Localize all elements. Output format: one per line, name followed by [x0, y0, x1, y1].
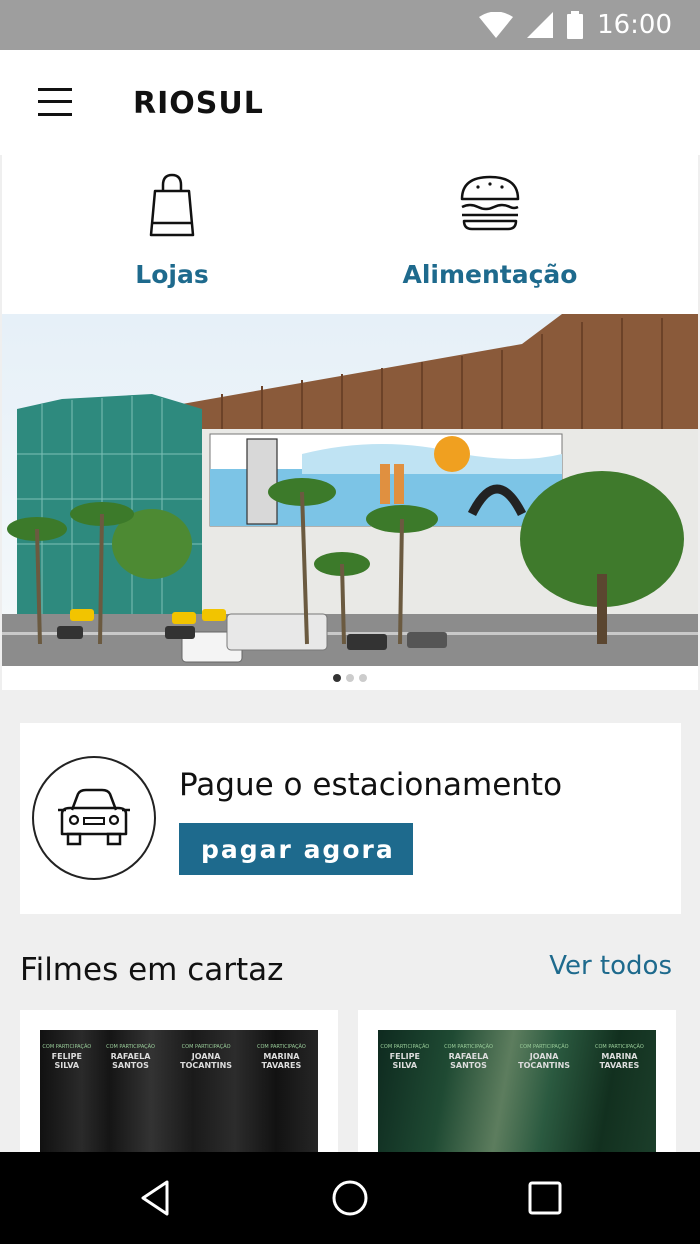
poster-credit: COM PARTICIPAÇÃO MARINA TAVARES — [256, 1044, 306, 1070]
pay-now-button[interactable]: pagar agora — [179, 823, 413, 875]
poster-credit: COM PARTICIPAÇÃO RAFAELA SANTOS — [106, 1044, 155, 1070]
wifi-icon — [479, 12, 514, 38]
poster-credit: COM PARTICIPAÇÃO MARINA TAVARES — [594, 1044, 644, 1070]
shopping-bag-icon — [149, 173, 195, 237]
status-icons: 16:00 — [479, 0, 672, 50]
app-title: RIOSUL — [133, 86, 264, 121]
poster-credits: COM PARTICIPAÇÃO FELIPE SILVA COM PARTICI… — [378, 1044, 656, 1070]
signal-icon — [527, 12, 554, 38]
category-shortcuts: Lojas Alimentação — [2, 155, 698, 315]
movie-card[interactable]: COM PARTICIPAÇÃO FELIPE SILVA COM PARTICI… — [20, 1010, 338, 1155]
parking-card: Pague o estacionamento pagar agora — [20, 723, 681, 914]
carousel-dot[interactable] — [359, 674, 367, 682]
parking-title: Pague o estacionamento — [179, 767, 563, 803]
poster-credit: COM PARTICIPAÇÃO JOANA TOCANTINS — [180, 1044, 233, 1070]
status-bar: 16:00 — [0, 0, 700, 50]
car-icon — [58, 788, 130, 846]
category-alimentacao[interactable]: Alimentação — [342, 155, 638, 315]
carousel-dot-active[interactable] — [333, 674, 341, 682]
burger-icon — [460, 175, 520, 231]
poster-credit: COM PARTICIPAÇÃO FELIPE SILVA — [42, 1044, 92, 1070]
poster-credit: COM PARTICIPAÇÃO JOANA TOCANTINS — [518, 1044, 571, 1070]
app-bar: RIOSUL — [0, 50, 700, 155]
carousel-indicators — [2, 666, 698, 690]
status-time: 16:00 — [597, 10, 672, 40]
poster-credits: COM PARTICIPAÇÃO FELIPE SILVA COM PARTICI… — [40, 1044, 318, 1070]
category-label: Alimentação — [402, 260, 578, 289]
hamburger-menu-icon[interactable] — [38, 86, 74, 118]
poster-credit: COM PARTICIPAÇÃO FELIPE SILVA — [380, 1044, 430, 1070]
movie-poster: COM PARTICIPAÇÃO FELIPE SILVA COM PARTICI… — [40, 1030, 318, 1155]
category-lojas[interactable]: Lojas — [2, 155, 342, 315]
home-icon[interactable] — [330, 1178, 370, 1218]
see-all-link[interactable]: Ver todos — [549, 951, 672, 981]
movie-card[interactable]: COM PARTICIPAÇÃO FELIPE SILVA COM PARTICI… — [358, 1010, 676, 1155]
banner-carousel[interactable] — [2, 314, 698, 666]
recents-icon[interactable] — [525, 1178, 565, 1218]
back-icon[interactable] — [135, 1178, 175, 1218]
category-label: Lojas — [135, 260, 209, 289]
poster-credit: COM PARTICIPAÇÃO RAFAELA SANTOS — [444, 1044, 493, 1070]
carousel-dot[interactable] — [346, 674, 354, 682]
movie-poster: COM PARTICIPAÇÃO FELIPE SILVA COM PARTICI… — [378, 1030, 656, 1155]
mall-banner-image — [2, 314, 698, 666]
navigation-bar — [0, 1152, 700, 1244]
movies-section-title: Filmes em cartaz — [20, 952, 284, 988]
battery-icon — [567, 11, 584, 39]
car-icon-circle — [32, 756, 156, 880]
